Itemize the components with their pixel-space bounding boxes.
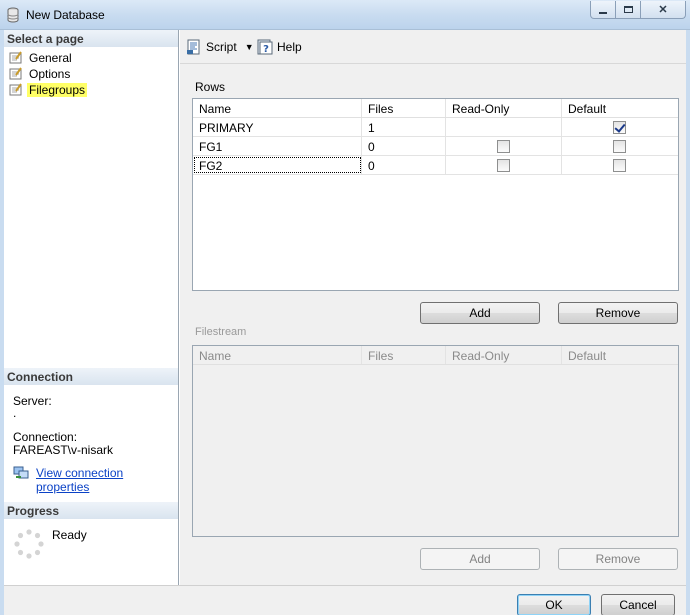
- progress-status: Ready: [52, 528, 87, 542]
- default-checkbox[interactable]: [613, 159, 626, 172]
- cell-read-only: [446, 118, 562, 136]
- rows-add-button[interactable]: Add: [420, 302, 540, 324]
- column-header-name[interactable]: Name: [193, 99, 362, 117]
- page-wrench-icon: [9, 51, 22, 64]
- cancel-button[interactable]: Cancel: [601, 594, 675, 615]
- progress-header: Progress: [4, 502, 178, 519]
- column-header-default: Default: [568, 349, 607, 363]
- minimize-icon: [599, 11, 607, 14]
- window-frame-right: [686, 30, 690, 615]
- script-button[interactable]: Script ▼: [186, 39, 254, 55]
- script-icon: [187, 39, 200, 55]
- connection-value: FAREAST\v-nisark: [13, 443, 114, 457]
- table-row[interactable]: FG2 0: [193, 156, 678, 175]
- page-wrench-icon: [9, 67, 22, 80]
- cell-name[interactable]: FG2: [193, 156, 362, 174]
- close-button[interactable]: ✕: [640, 1, 686, 19]
- ok-button[interactable]: OK: [517, 594, 591, 615]
- page-item-options[interactable]: Options: [9, 66, 72, 81]
- page-wrench-icon: [9, 83, 22, 96]
- cell-files[interactable]: 0: [362, 137, 446, 155]
- help-button[interactable]: ? Help: [257, 39, 302, 55]
- default-checkbox[interactable]: [613, 140, 626, 153]
- window-title: New Database: [26, 8, 105, 22]
- page-label-general: General: [29, 50, 72, 65]
- read-only-checkbox[interactable]: [497, 140, 510, 153]
- svg-text:?: ?: [263, 44, 269, 55]
- filestream-label: Filestream: [195, 326, 247, 338]
- connection-header: Connection: [4, 368, 178, 385]
- rows-remove-button[interactable]: Remove: [558, 302, 678, 324]
- cell-default[interactable]: [562, 137, 678, 155]
- filestream-grid-header: Name Files Read-Only Default: [193, 346, 678, 365]
- cell-name[interactable]: PRIMARY: [193, 118, 362, 136]
- title-bar[interactable]: New Database ✕: [0, 0, 690, 30]
- page-item-general[interactable]: General: [9, 50, 74, 65]
- default-checkbox[interactable]: [613, 121, 626, 134]
- server-value: .: [13, 406, 17, 420]
- help-icon: ?: [257, 39, 273, 55]
- read-only-checkbox[interactable]: [497, 159, 510, 172]
- cell-default[interactable]: [562, 156, 678, 174]
- column-header-name: Name: [193, 346, 362, 364]
- page-label-filegroups: Filegroups: [27, 82, 88, 97]
- cell-default[interactable]: [562, 118, 678, 136]
- filestream-grid: Name Files Read-Only Default: [192, 345, 679, 537]
- progress-spinner-icon: [14, 529, 44, 559]
- rows-grid-header: Name Files Read-Only Default: [193, 99, 678, 118]
- cell-name[interactable]: FG1: [193, 137, 362, 155]
- minimize-button[interactable]: [590, 1, 616, 19]
- column-header-default[interactable]: Default: [562, 99, 678, 117]
- toolbar: Script ▼ ? Help: [180, 30, 686, 64]
- server-label: Server:: [13, 394, 52, 408]
- rows-grid[interactable]: Name Files Read-Only Default PRIMARY 1 F…: [192, 98, 679, 291]
- column-header-read-only: Read-Only: [446, 346, 562, 364]
- cell-files[interactable]: 1: [362, 118, 446, 136]
- filestream-add-button: Add: [420, 548, 540, 570]
- connection-properties-icon: [13, 466, 29, 479]
- right-pane: Script ▼ ? Help Rows Name Files Read-Onl…: [180, 30, 686, 585]
- connection-label: Connection:: [13, 430, 78, 444]
- table-row[interactable]: FG1 0: [193, 137, 678, 156]
- dialog-footer: OK Cancel: [4, 585, 686, 615]
- page-item-filegroups[interactable]: Filegroups: [9, 82, 88, 97]
- maximize-button[interactable]: [615, 1, 641, 19]
- view-connection-properties-link[interactable]: View connection properties: [36, 466, 178, 494]
- column-header-read-only[interactable]: Read-Only: [446, 99, 562, 117]
- cell-read-only[interactable]: [446, 156, 562, 174]
- table-row[interactable]: PRIMARY 1: [193, 118, 678, 137]
- cell-files[interactable]: 0: [362, 156, 446, 174]
- chevron-down-icon[interactable]: ▼: [245, 42, 254, 52]
- column-header-files: Files: [362, 346, 446, 364]
- cell-read-only[interactable]: [446, 137, 562, 155]
- maximize-icon: [623, 6, 633, 13]
- help-label: Help: [277, 40, 302, 54]
- column-header-files[interactable]: Files: [362, 99, 446, 117]
- script-label: Script: [206, 40, 237, 54]
- database-icon: [7, 7, 19, 23]
- left-pane: Select a page General Options Filegroups…: [4, 30, 179, 585]
- page-label-options: Options: [29, 66, 71, 81]
- select-page-header: Select a page: [4, 30, 178, 47]
- close-icon: ✕: [658, 4, 668, 16]
- rows-label: Rows: [195, 80, 226, 94]
- filestream-remove-button: Remove: [558, 548, 678, 570]
